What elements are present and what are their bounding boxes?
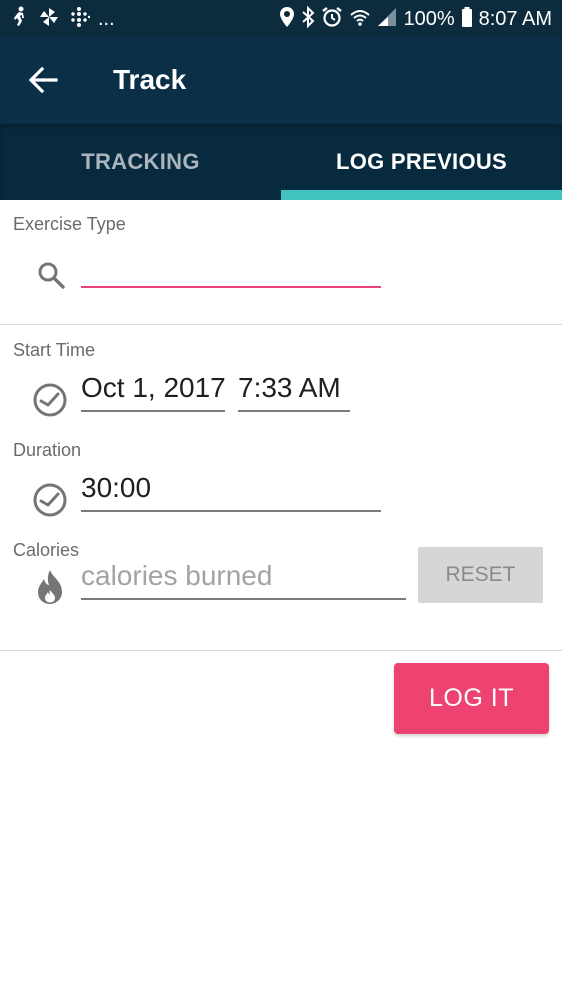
battery-percent: 100% [403,8,455,30]
back-button[interactable] [22,58,66,102]
status-time: 8:07 AM [478,8,552,30]
tab-bar: TRACKING LOG PREVIOUS [0,124,562,200]
calories-label: Calories [13,540,80,560]
search-icon [36,260,66,295]
signal-icon [377,6,397,33]
bluetooth-icon [301,5,315,33]
status-overflow-dots: ... [98,8,115,30]
dots-grid-icon [68,6,91,33]
location-icon [279,6,295,33]
app-bar: Track [0,38,562,124]
back-arrow-icon [22,66,66,106]
clock-icon [32,382,68,423]
log-it-button[interactable]: LOG IT [394,663,549,734]
tab-log-previous[interactable]: LOG PREVIOUS [281,124,562,200]
reset-button[interactable]: RESET [418,547,543,603]
wifi-icon [349,6,371,33]
battery-icon [461,6,473,33]
duration-label: Duration [13,440,82,460]
flame-icon [35,568,65,611]
status-bar: ... 100% 8:07 AM [0,0,562,38]
start-time-label: Start Time [13,340,96,360]
exercise-type-label: Exercise Type [13,214,126,234]
section-divider [0,324,562,325]
alarm-icon [321,6,343,33]
status-right-icons: 100% 8:07 AM [279,5,552,33]
page-title: Track [113,64,187,95]
pinwheel-icon [38,6,60,33]
tab-tracking[interactable]: TRACKING [0,124,281,200]
exercise-type-search-input[interactable] [81,244,381,288]
clock-icon [32,482,68,523]
calories-field[interactable]: calories burned [81,556,406,600]
status-left-icons: ... [10,6,115,32]
fitness-person-icon [10,6,30,33]
section-divider [0,650,562,651]
tab-selected-indicator [281,190,562,200]
start-time-field[interactable]: 7:33 AM [238,368,350,412]
duration-field[interactable]: 30:00 [81,468,381,512]
start-date-field[interactable]: Oct 1, 2017 [81,368,225,412]
